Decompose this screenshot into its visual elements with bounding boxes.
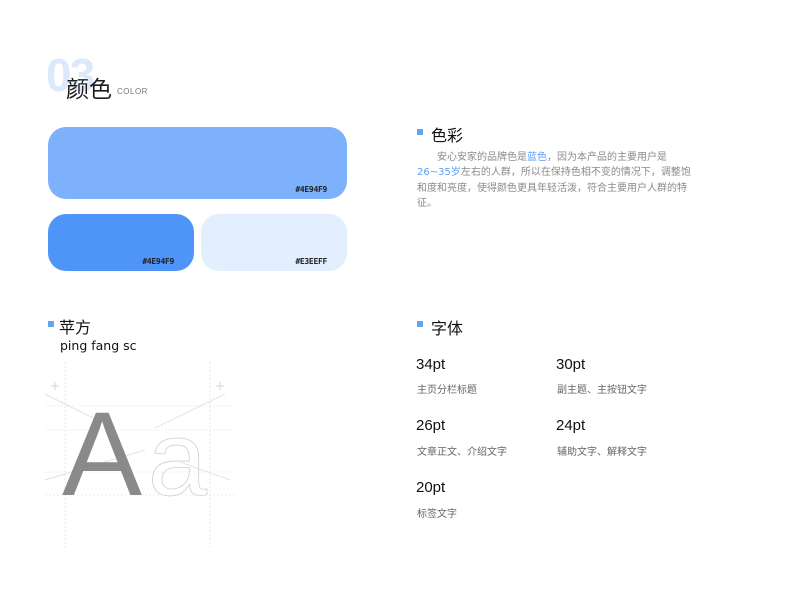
- swatch-code: #4E94F9: [142, 257, 174, 266]
- color-swatch-pale: #E3EEFF: [201, 214, 347, 271]
- type-size: 20pt: [416, 479, 446, 496]
- type-usage: 主页分栏标题: [417, 385, 477, 396]
- type-section-title: 字体: [431, 319, 464, 338]
- type-usage: 副主题、主按钮文字: [557, 385, 647, 396]
- type-size: 24pt: [556, 417, 586, 434]
- specimen-lowercase: a: [148, 400, 207, 518]
- bullet-icon: [417, 129, 423, 135]
- font-specimen: A a: [45, 362, 235, 548]
- section-title: 颜色: [66, 77, 112, 103]
- type-size: 26pt: [416, 417, 446, 434]
- type-size: 34pt: [416, 356, 446, 373]
- color-swatch-primary: #4E94F9: [48, 214, 194, 271]
- specimen-uppercase: A: [62, 387, 142, 521]
- bullet-icon: [417, 321, 423, 327]
- font-name: ping fang sc: [60, 338, 137, 353]
- type-usage: 标签文字: [417, 509, 457, 520]
- color-description: 安心安家的品牌色是蓝色，因为本产品的主要用户是26~35岁左右的人群，所以在保持…: [417, 152, 691, 209]
- type-size: 30pt: [556, 356, 586, 373]
- color-section-title: 色彩: [431, 126, 464, 145]
- swatch-code: #E3EEFF: [295, 257, 327, 266]
- type-usage: 文章正文、介绍文字: [417, 447, 507, 458]
- type-usage: 辅助文字、解释文字: [557, 447, 647, 458]
- section-subtitle: COLOR: [117, 87, 148, 96]
- font-section-title: 苹方: [59, 318, 92, 337]
- color-swatch-primary-light: #4E94F9: [48, 127, 347, 199]
- bullet-icon: [48, 321, 54, 327]
- swatch-code: #4E94F9: [295, 185, 327, 194]
